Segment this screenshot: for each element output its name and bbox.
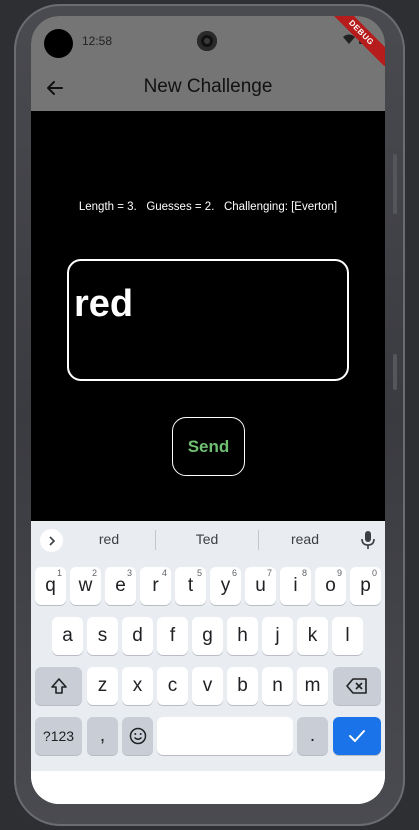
word-input[interactable]: red bbox=[67, 259, 349, 381]
word-input-value: red bbox=[74, 283, 134, 325]
emoji-icon bbox=[129, 727, 146, 745]
key-i[interactable]: i8 bbox=[280, 567, 311, 605]
period-key[interactable]: . bbox=[297, 717, 328, 755]
shift-icon bbox=[50, 678, 67, 694]
clock: 12:58 bbox=[82, 34, 113, 48]
enter-key[interactable] bbox=[333, 717, 381, 755]
key-h[interactable]: h bbox=[227, 617, 258, 655]
key-j[interactable]: j bbox=[262, 617, 293, 655]
key-r[interactable]: r4 bbox=[140, 567, 171, 605]
backspace-key[interactable] bbox=[333, 667, 381, 705]
suggestion-bar: red Ted read bbox=[31, 521, 385, 559]
key-p[interactable]: p0 bbox=[350, 567, 381, 605]
expand-toolbar-button[interactable] bbox=[40, 529, 63, 552]
key-n[interactable]: n bbox=[262, 667, 293, 705]
page-title: New Challenge bbox=[143, 76, 273, 97]
challenge-info: Length = 3. Guesses = 2. Challenging: [E… bbox=[78, 201, 338, 213]
status-bar: 12:58 DEBUG bbox=[31, 16, 385, 74]
chevron-right-icon bbox=[48, 535, 55, 546]
suggestion-2[interactable]: Ted bbox=[162, 531, 252, 547]
key-g[interactable]: g bbox=[192, 617, 223, 655]
key-l[interactable]: l bbox=[332, 617, 363, 655]
key-d[interactable]: d bbox=[122, 617, 153, 655]
suggestion-1[interactable]: red bbox=[64, 531, 154, 547]
backspace-icon bbox=[346, 678, 367, 694]
checkmark-icon bbox=[349, 730, 365, 742]
key-v[interactable]: v bbox=[192, 667, 223, 705]
suggestion-divider bbox=[155, 530, 156, 550]
microphone-button[interactable] bbox=[360, 530, 376, 550]
key-o[interactable]: o9 bbox=[315, 567, 346, 605]
space-key[interactable] bbox=[157, 717, 293, 755]
send-button[interactable]: Send bbox=[172, 417, 245, 476]
key-f[interactable]: f bbox=[157, 617, 188, 655]
soft-keyboard: red Ted read q1 w2 e3 r4 t5 y6 u7 i8 o9 … bbox=[31, 521, 385, 804]
key-w[interactable]: w2 bbox=[70, 567, 101, 605]
key-u[interactable]: u7 bbox=[245, 567, 276, 605]
navigation-bar bbox=[31, 771, 385, 804]
key-m[interactable]: m bbox=[297, 667, 328, 705]
key-a[interactable]: a bbox=[52, 617, 83, 655]
key-s[interactable]: s bbox=[87, 617, 118, 655]
comma-key[interactable]: , bbox=[87, 717, 118, 755]
shift-key[interactable] bbox=[35, 667, 82, 705]
key-t[interactable]: t5 bbox=[175, 567, 206, 605]
volume-button bbox=[393, 154, 397, 214]
suggestion-3[interactable]: read bbox=[260, 531, 350, 547]
front-camera-icon bbox=[197, 31, 217, 51]
key-c[interactable]: c bbox=[157, 667, 188, 705]
key-y[interactable]: y6 bbox=[210, 567, 241, 605]
challenge-content: Length = 3. Guesses = 2. Challenging: [E… bbox=[31, 111, 385, 521]
app-bar: New Challenge bbox=[31, 66, 385, 111]
key-x[interactable]: x bbox=[122, 667, 153, 705]
phone-screen: 12:58 DEBUG New Challenge Length = 3. Gu… bbox=[31, 16, 385, 804]
key-z[interactable]: z bbox=[87, 667, 118, 705]
camera-cutout bbox=[44, 29, 73, 58]
emoji-key[interactable] bbox=[122, 717, 153, 755]
key-q[interactable]: q1 bbox=[35, 567, 66, 605]
symbols-key[interactable]: ?123 bbox=[35, 717, 82, 755]
key-k[interactable]: k bbox=[297, 617, 328, 655]
power-button bbox=[393, 354, 397, 390]
microphone-icon bbox=[361, 531, 375, 549]
key-b[interactable]: b bbox=[227, 667, 258, 705]
suggestion-divider bbox=[258, 530, 259, 550]
key-e[interactable]: e3 bbox=[105, 567, 136, 605]
